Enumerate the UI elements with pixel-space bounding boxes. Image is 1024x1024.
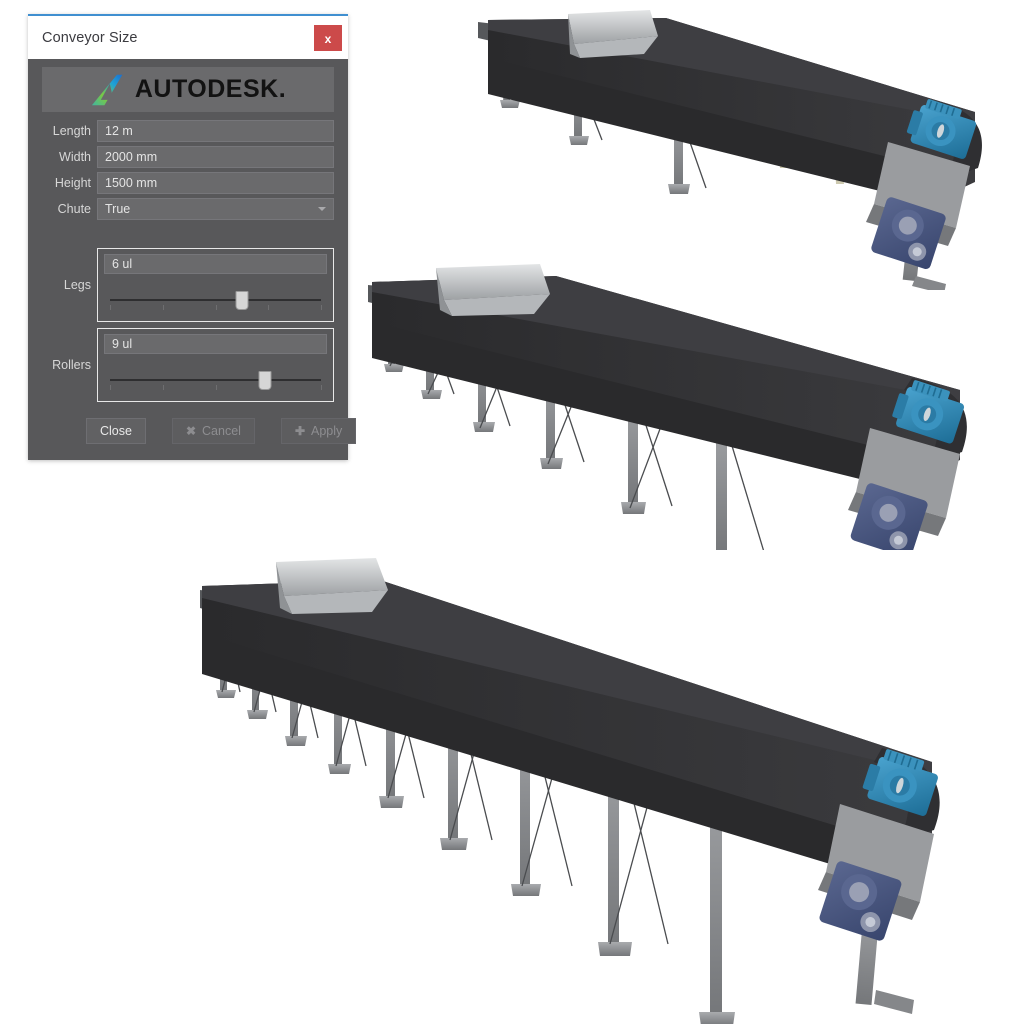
close-icon[interactable]: x: [314, 24, 342, 51]
dialog-title: Conveyor Size: [42, 29, 138, 46]
slider-group-rollers: Rollers 9 ul: [42, 328, 334, 402]
dialog-body: AUTODESK. Length 12 m Width 2000 mm Heig…: [28, 59, 357, 460]
autodesk-wordmark: AUTODESK.: [134, 75, 287, 103]
slider-group-legs: Legs 6 ul: [42, 248, 334, 322]
autodesk-logo-icon: [91, 74, 123, 105]
slider-value-rollers[interactable]: 9 ul: [104, 334, 327, 354]
param-row-length: Length 12 m: [42, 120, 334, 142]
param-row-height: Height 1500 mm: [42, 172, 334, 194]
param-input-length[interactable]: 12 m: [97, 120, 334, 142]
autodesk-brand-band: AUTODESK.: [42, 67, 334, 112]
param-select-chute[interactable]: True: [97, 198, 334, 220]
param-input-height[interactable]: 1500 mm: [97, 172, 334, 194]
chevron-down-icon: [318, 207, 326, 211]
conveyor-render-medium: [360, 240, 1024, 550]
apply-button[interactable]: ✚ Apply: [280, 418, 357, 444]
param-label-length: Length: [52, 124, 91, 138]
plus-icon: ✚: [294, 424, 306, 438]
cancel-button-label: Cancel: [202, 424, 241, 438]
slider-label-legs: Legs: [63, 278, 91, 292]
cancel-button[interactable]: ✖ Cancel: [171, 418, 255, 444]
slider-value-legs[interactable]: 6 ul: [104, 254, 327, 274]
conveyor-render-long: [190, 540, 1024, 1024]
param-row-width: Width 2000 mm: [42, 146, 334, 168]
slider-ticks-rollers: [110, 385, 322, 391]
param-label-height: Height: [54, 176, 91, 190]
dialog-button-row: Close ✖ Cancel ✚ Apply: [42, 408, 357, 450]
conveyor-size-dialog: Conveyor Size x AUTODESK. Length 12 m Wi…: [28, 14, 357, 460]
close-button[interactable]: Close: [86, 418, 146, 444]
x-icon: ✖: [185, 424, 197, 438]
slider-track-rollers[interactable]: [104, 365, 327, 399]
apply-button-label: Apply: [311, 424, 343, 438]
param-select-chute-value: True: [105, 202, 131, 216]
param-label-chute: Chute: [57, 202, 91, 216]
slider-box-rollers: 9 ul: [97, 328, 334, 402]
slider-rail-rollers: [110, 379, 321, 381]
param-label-width: Width: [59, 150, 91, 164]
param-row-chute: Chute True: [42, 198, 334, 220]
dialog-titlebar: Conveyor Size x: [28, 16, 348, 59]
slider-thumb-rollers[interactable]: [258, 371, 272, 390]
slider-ticks-legs: [110, 305, 322, 311]
slider-label-rollers: Rollers: [52, 358, 91, 372]
slider-thumb-legs[interactable]: [235, 291, 249, 310]
slider-box-legs: 6 ul: [97, 248, 334, 322]
param-input-width[interactable]: 2000 mm: [97, 146, 334, 168]
slider-track-legs[interactable]: [104, 285, 327, 319]
slider-rail-legs: [110, 299, 321, 301]
close-button-label: Close: [100, 424, 132, 438]
